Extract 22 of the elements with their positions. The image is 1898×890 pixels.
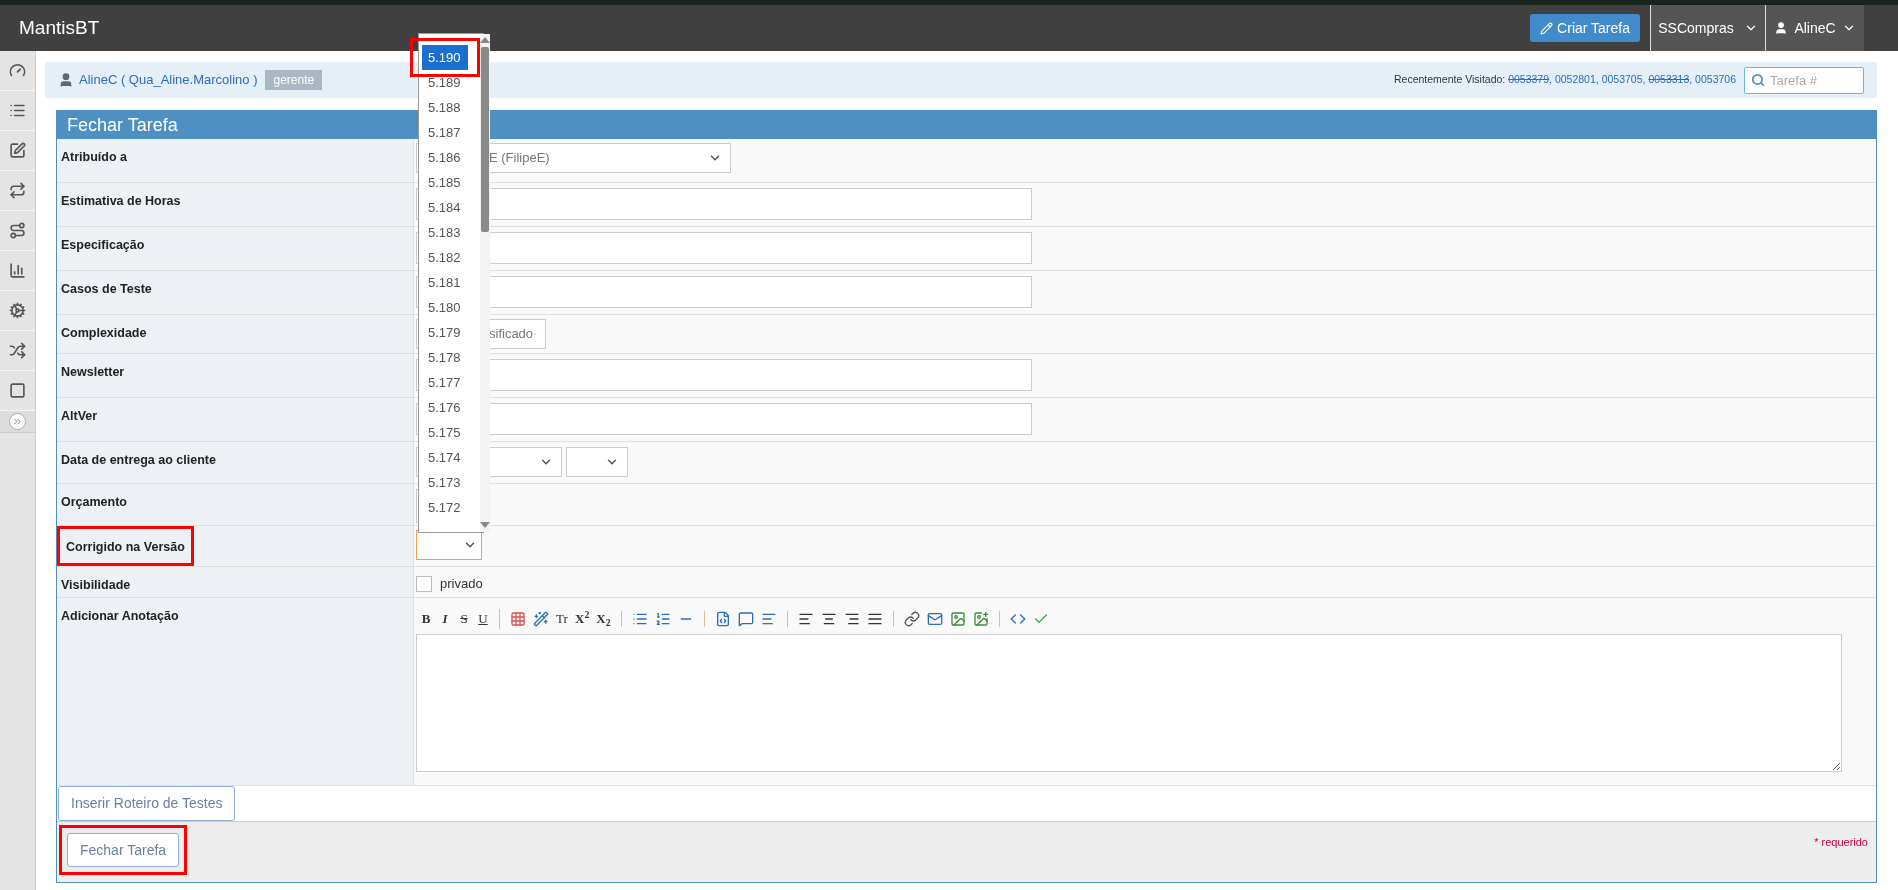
field-label: Corrigido na Versão — [66, 540, 185, 554]
required-note: * requerido — [1814, 835, 1868, 850]
field-label: Orçamento — [61, 495, 127, 509]
separator-text: , — [1689, 73, 1694, 86]
role-badge: gerente — [265, 70, 323, 90]
field-label: Newsletter — [61, 365, 125, 379]
separator-text: , — [1549, 73, 1553, 86]
separator-text: , — [1595, 73, 1600, 86]
field-label: Casos de Teste — [61, 282, 152, 296]
field-label: Data de entrega ao cliente — [61, 453, 216, 467]
field-label: AltVer — [61, 409, 98, 423]
checkbox-label: privado — [440, 575, 483, 593]
panel-title: Fechar Tarefa — [67, 113, 178, 137]
field-label: Especificação — [61, 238, 145, 252]
separator-text: , — [1642, 73, 1647, 86]
brand-title: MantisBT — [19, 15, 100, 40]
field-label: Estimativa de Horas — [61, 194, 181, 208]
field-label: Visibilidade — [61, 578, 131, 592]
field-label: Atribuído a — [61, 150, 127, 164]
field-label: Adicionar Anotação — [61, 609, 179, 623]
recent-label: Recentemente Visitado: — [1393, 73, 1507, 86]
field-label: Complexidade — [61, 326, 147, 340]
